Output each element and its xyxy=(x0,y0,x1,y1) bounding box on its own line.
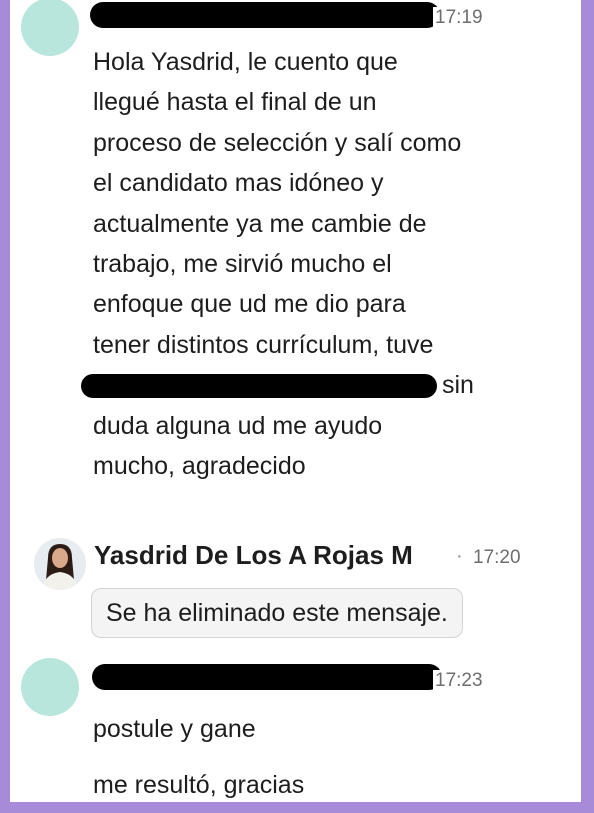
redacted-sender-name xyxy=(90,2,440,28)
redacted-text xyxy=(81,374,437,399)
message-line: tener distintos currículum, tuve xyxy=(93,330,434,359)
message-line: sin xyxy=(81,365,563,405)
message-text: postule y gane me resultó, gracias xyxy=(93,701,563,813)
message-line: enfoque que ud me dio para xyxy=(93,290,406,319)
message-timestamp: 17:23 xyxy=(433,670,483,692)
message-line: duda alguna ud me ayudo xyxy=(93,411,383,440)
message-line: trabajo, me sirvió mucho el xyxy=(93,250,392,279)
avatar[interactable] xyxy=(21,0,79,56)
message-line: actualmente ya me cambie de xyxy=(93,209,427,238)
message-timestamp: 17:20 xyxy=(473,547,521,568)
message-line-end: sin xyxy=(442,371,474,400)
redacted-sender-name xyxy=(92,664,442,690)
avatar[interactable] xyxy=(21,658,79,716)
deleted-message-bubble: Se ha eliminado este mensaje. xyxy=(91,588,463,638)
message-timestamp: 17:19 xyxy=(433,7,483,29)
sender-avatar-photo[interactable] xyxy=(34,538,86,590)
separator-dot: · xyxy=(456,545,463,567)
message-line: llegué hasta el final de un xyxy=(93,88,377,117)
message-line: postule y gane xyxy=(93,715,256,743)
message-text: Hola Yasdrid, le cuento que llegué hasta… xyxy=(81,42,563,486)
sender-name[interactable]: Yasdrid De Los A Rojas M xyxy=(94,540,413,571)
message-line: Hola Yasdrid, le cuento que xyxy=(93,48,398,76)
message-line: proceso de selección y salí como xyxy=(93,128,462,157)
message-line: el candidato mas idóneo y xyxy=(93,169,384,198)
chat-panel: 17:19 Hola Yasdrid, le cuento que llegué… xyxy=(10,0,581,802)
person-avatar-icon xyxy=(34,538,86,590)
message-line: mucho, agradecido xyxy=(93,452,306,481)
message-line: me resultó, gracias xyxy=(93,771,305,799)
